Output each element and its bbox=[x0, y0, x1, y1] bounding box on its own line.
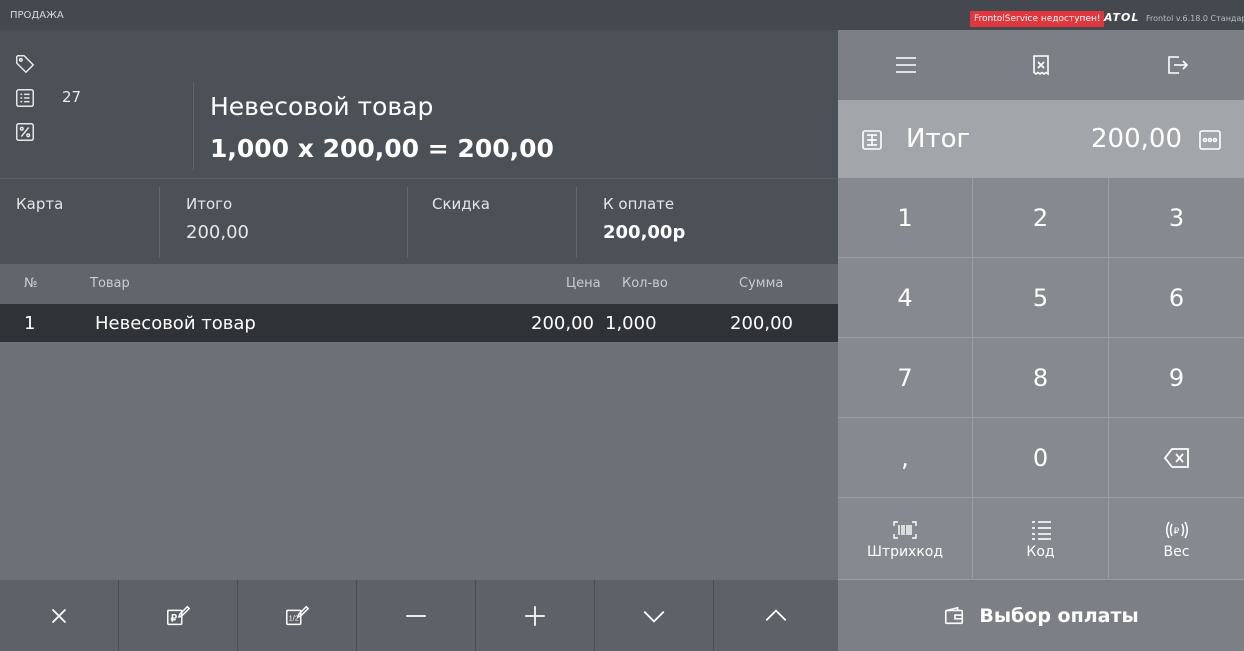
receipt-count: 27 bbox=[62, 88, 82, 106]
key-0[interactable]: 0 bbox=[973, 418, 1109, 498]
cancel-receipt-icon bbox=[1033, 55, 1049, 76]
col-sum: Сумма bbox=[739, 276, 784, 291]
scroll-down-button[interactable] bbox=[595, 580, 714, 651]
item-actions-bar: ₽ 1/2 bbox=[0, 580, 838, 651]
weight-button[interactable]: ₽ Вес bbox=[1109, 498, 1244, 580]
col-product: Товар bbox=[90, 276, 130, 291]
service-warning-badge: FrontolService недоступен! bbox=[970, 11, 1105, 27]
svg-text:1/2: 1/2 bbox=[289, 613, 299, 622]
price-edit-icon: ₽ bbox=[167, 605, 191, 625]
barcode-button[interactable]: Штрихкод bbox=[838, 498, 973, 580]
key-6[interactable]: 6 bbox=[1109, 258, 1244, 338]
minus-icon bbox=[406, 614, 426, 617]
items-list-empty-area[interactable] bbox=[0, 342, 838, 580]
logout-button[interactable] bbox=[1109, 30, 1244, 100]
mode-label: ПРОДАЖА bbox=[10, 10, 64, 21]
edit-quantity-button[interactable]: 1/2 bbox=[238, 580, 357, 651]
receipt-total-icon[interactable] bbox=[858, 126, 886, 154]
card-cell[interactable]: Карта bbox=[0, 179, 158, 265]
barcode-label: Штрихкод bbox=[866, 543, 944, 560]
cancel-receipt-button[interactable] bbox=[973, 30, 1109, 100]
row-sum: 200,00 bbox=[730, 313, 793, 334]
svg-text:₽: ₽ bbox=[1173, 526, 1179, 536]
row-product: Невесовой товар bbox=[95, 313, 256, 334]
total-label: Итог bbox=[906, 124, 971, 154]
key-9[interactable]: 9 bbox=[1109, 338, 1244, 418]
row-qty: 1,000 bbox=[605, 313, 657, 334]
top-actions bbox=[838, 30, 1244, 100]
card-label: Карта bbox=[16, 195, 64, 213]
due-label: К оплате bbox=[603, 195, 675, 213]
code-button[interactable]: Код bbox=[973, 498, 1109, 580]
payment-choice-button[interactable]: Выбор оплаты bbox=[838, 580, 1244, 651]
key-2[interactable]: 2 bbox=[973, 178, 1109, 258]
col-qty: Кол-во bbox=[622, 276, 668, 291]
status-bar: ПРОДАЖА FrontolService недоступен! ATOL … bbox=[0, 0, 1244, 30]
items-table-header: № Товар Цена Кол-во Сумма bbox=[0, 264, 838, 304]
code-label: Код bbox=[1026, 543, 1055, 560]
decrease-quantity-button[interactable] bbox=[357, 580, 476, 651]
row-price: 200,00 bbox=[531, 313, 594, 334]
divider bbox=[193, 82, 194, 170]
keypad-panel: Итог 200,00 1 2 3 4 5 6 7 8 9 , 0 Штрихк… bbox=[838, 30, 1244, 651]
subtotal-value: 200,00 bbox=[186, 222, 249, 243]
row-num: 1 bbox=[24, 313, 36, 334]
more-options-icon[interactable] bbox=[1196, 126, 1224, 154]
menu-icon bbox=[895, 57, 916, 73]
key-5[interactable]: 5 bbox=[973, 258, 1109, 338]
col-num: № bbox=[24, 276, 38, 291]
barcode-icon bbox=[893, 520, 917, 539]
edit-price-button[interactable]: ₽ bbox=[119, 580, 238, 651]
chevron-up-icon bbox=[765, 608, 787, 621]
wallet-icon bbox=[945, 606, 964, 624]
key-3[interactable]: 3 bbox=[1109, 178, 1244, 258]
logout-icon bbox=[1167, 56, 1188, 74]
atol-logo: ATOL bbox=[1104, 11, 1140, 24]
svg-text:₽: ₽ bbox=[171, 613, 178, 624]
total-bar: Итог 200,00 bbox=[838, 100, 1244, 178]
close-icon bbox=[51, 608, 67, 623]
payment-choice-label: Выбор оплаты bbox=[979, 604, 1139, 627]
version-label: Frontol v.6.18.0 Стандарт bbox=[1146, 14, 1244, 23]
total-value: 200,00 bbox=[1091, 124, 1182, 154]
key-comma[interactable]: , bbox=[838, 418, 973, 498]
backspace-button[interactable] bbox=[1109, 418, 1244, 498]
subtotal-cell: Итого 200,00 bbox=[160, 179, 406, 265]
subtotal-label: Итого bbox=[186, 195, 233, 213]
due-cell: К оплате 200,00р bbox=[577, 179, 837, 265]
key-1[interactable]: 1 bbox=[838, 178, 973, 258]
code-list-icon bbox=[1031, 520, 1051, 540]
col-price: Цена bbox=[566, 276, 601, 291]
key-8[interactable]: 8 bbox=[973, 338, 1109, 418]
backspace-icon bbox=[1163, 447, 1189, 468]
weight-icon: ₽ bbox=[1165, 521, 1188, 538]
weight-label: Вес bbox=[1163, 543, 1190, 560]
menu-button[interactable] bbox=[838, 30, 973, 100]
key-7[interactable]: 7 bbox=[838, 338, 973, 418]
due-value: 200,00р bbox=[603, 222, 686, 243]
scroll-up-button[interactable] bbox=[714, 580, 838, 651]
frontol-window: ПРОДАЖА FrontolService недоступен! ATOL … bbox=[0, 0, 1244, 651]
product-header: 27 Невесовой товар 1,000 x 200,00 = 200,… bbox=[0, 30, 838, 178]
plus-icon bbox=[525, 605, 545, 626]
increase-quantity-button[interactable] bbox=[476, 580, 595, 651]
totals-panel: Карта Итого 200,00 Скидка К оплате 200,0… bbox=[0, 178, 838, 264]
key-4[interactable]: 4 bbox=[838, 258, 973, 338]
receipt-list-icon[interactable] bbox=[12, 86, 38, 110]
delete-item-button[interactable] bbox=[0, 580, 119, 651]
discount-label: Скидка bbox=[432, 195, 490, 213]
discount-cell: Скидка bbox=[408, 179, 576, 265]
quantity-edit-icon: 1/2 bbox=[286, 605, 310, 625]
product-calculation: 1,000 x 200,00 = 200,00 bbox=[210, 134, 554, 163]
tag-icon[interactable] bbox=[12, 52, 38, 76]
product-title: Невесовой товар bbox=[210, 92, 434, 121]
chevron-down-icon bbox=[643, 610, 665, 623]
table-row[interactable]: 1 Невесовой товар 200,00 1,000 200,00 bbox=[0, 304, 838, 342]
discount-percent-icon[interactable] bbox=[12, 120, 38, 144]
